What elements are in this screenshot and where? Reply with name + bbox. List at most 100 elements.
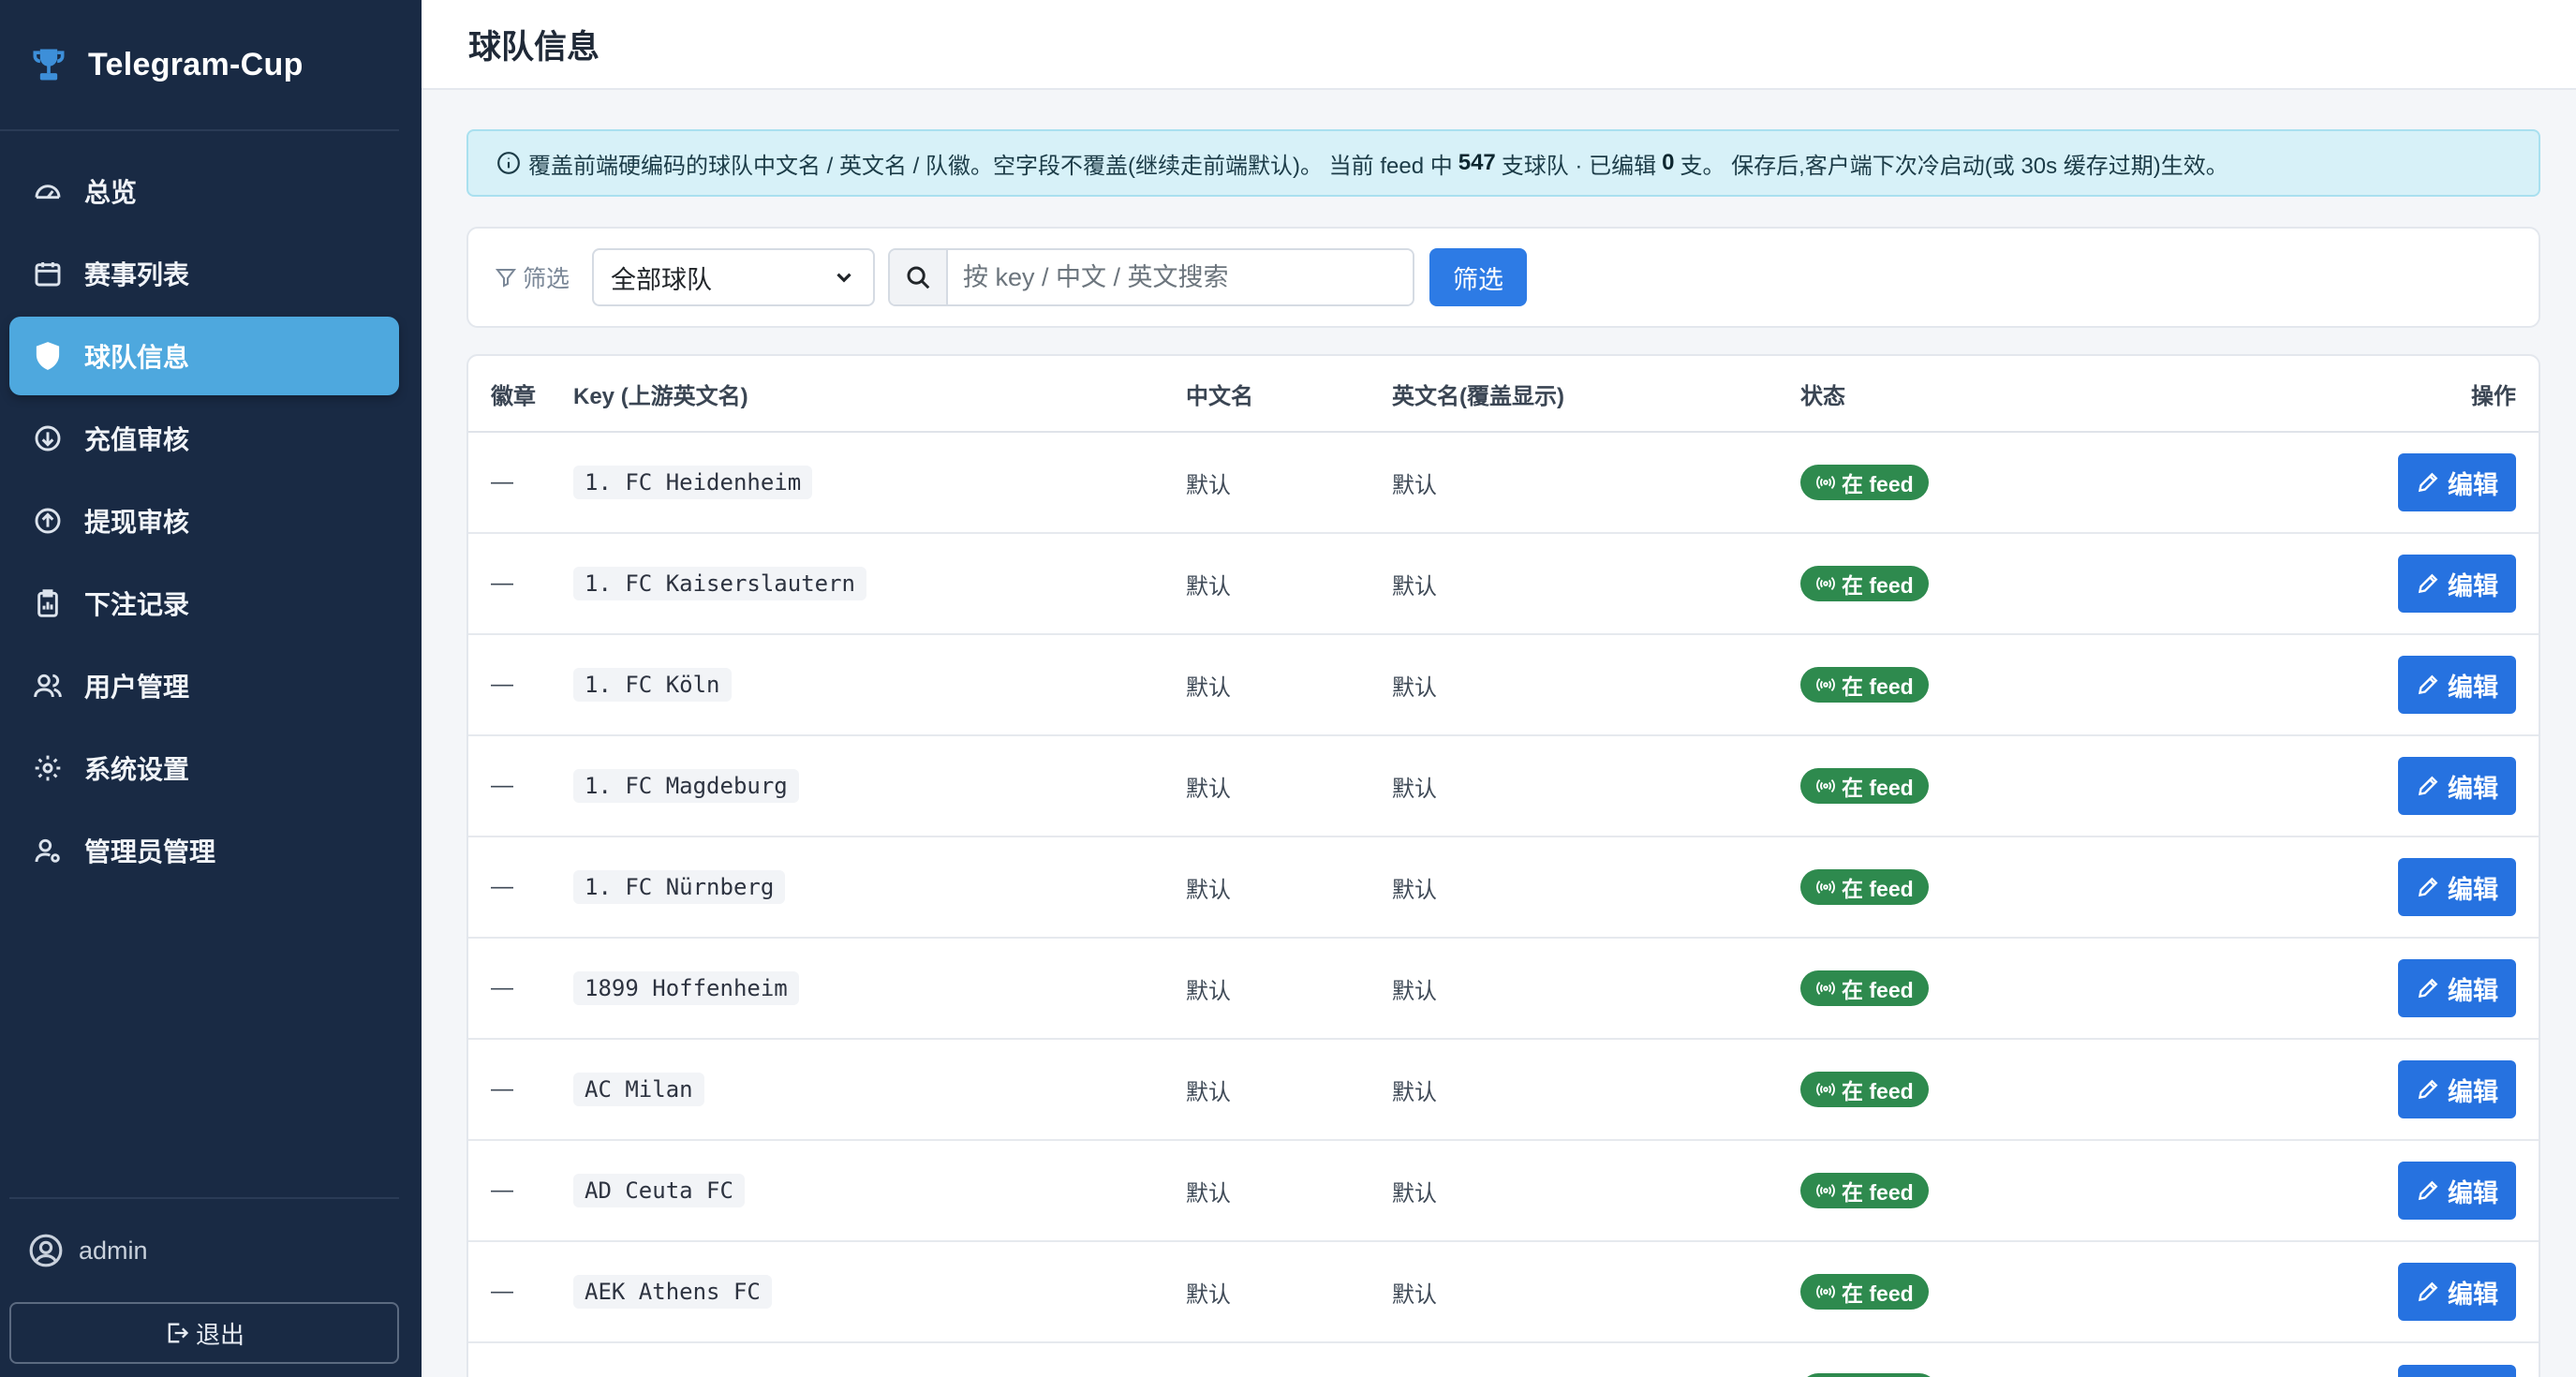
sidebar-item-teams[interactable]: 球队信息 bbox=[9, 317, 399, 395]
dashboard-icon bbox=[32, 175, 64, 207]
cell-badge: — bbox=[491, 874, 513, 899]
sidebar-item-matches[interactable]: 赛事列表 bbox=[9, 234, 399, 313]
info-notice: 覆盖前端硬编码的球队中文名 / 英文名 / 队徽。空字段不覆盖(继续走前端默认)… bbox=[466, 129, 2540, 197]
edit-button[interactable]: 编辑 bbox=[2398, 858, 2516, 916]
info-icon bbox=[497, 152, 520, 174]
header-en: 英文名(覆盖显示) bbox=[1392, 383, 1564, 409]
edit-button[interactable]: 编辑 bbox=[2398, 1263, 2516, 1321]
cell-ops: 编辑 bbox=[2269, 555, 2539, 613]
edit-button[interactable]: 编辑 bbox=[2398, 757, 2516, 815]
pencil-icon bbox=[2418, 1281, 2438, 1302]
edit-label: 编辑 bbox=[2448, 875, 2498, 904]
cell-key: AEK Athens FC bbox=[573, 1274, 1186, 1309]
cell-status: 在 feed bbox=[1800, 869, 2269, 905]
table-row: — 1899 Hoffenheim 默认 默认 在 feed 编辑 bbox=[468, 939, 2539, 1040]
sidebar-footer: admin 退出 bbox=[9, 1197, 399, 1364]
cell-badge: — bbox=[491, 975, 513, 1000]
table-row: — 1. FC Heidenheim 默认 默认 在 feed 编辑 bbox=[468, 433, 2539, 534]
status-badge: 在 feed bbox=[1800, 970, 1929, 1006]
status-text: 在 feed bbox=[1842, 573, 1914, 598]
status-badge: 在 feed bbox=[1800, 1072, 1929, 1107]
pencil-icon bbox=[2418, 573, 2438, 594]
sidebar-item-bets[interactable]: 下注记录 bbox=[9, 564, 399, 643]
edit-button[interactable]: 编辑 bbox=[2398, 453, 2516, 511]
cell-cn: 默认 bbox=[1186, 674, 1231, 701]
cell-status: 在 feed bbox=[1800, 566, 2269, 601]
cell-ops: 编辑 bbox=[2269, 1263, 2539, 1321]
table-row: — 1. FC Kaiserslautern 默认 默认 在 feed 编辑 bbox=[468, 534, 2539, 635]
header-badge: 徽章 bbox=[491, 383, 536, 409]
chevron-down-icon bbox=[836, 273, 851, 283]
cell-badge: — bbox=[491, 469, 513, 495]
broadcast-icon bbox=[1816, 880, 1835, 895]
broadcast-icon bbox=[1816, 981, 1835, 996]
cell-cn: 默认 bbox=[1186, 1281, 1231, 1308]
sidebar-item-admins[interactable]: 管理员管理 bbox=[9, 811, 399, 890]
sidebar-item-label: 赛事列表 bbox=[84, 260, 190, 289]
edit-label: 编辑 bbox=[2448, 1077, 2498, 1106]
admin-icon bbox=[32, 835, 64, 866]
filter-button[interactable]: 筛选 bbox=[1429, 248, 1528, 306]
edit-button[interactable]: 编辑 bbox=[2398, 656, 2516, 714]
pencil-icon bbox=[2418, 472, 2438, 493]
table-row-partial bbox=[468, 1343, 2539, 1377]
filter-label-text: 筛选 bbox=[523, 266, 570, 292]
page-header: 球队信息 bbox=[422, 0, 2576, 90]
cell-en: 默认 bbox=[1392, 776, 1437, 802]
team-filter-select[interactable]: 全部球队 bbox=[592, 248, 876, 306]
cell-status: 在 feed bbox=[1800, 970, 2269, 1006]
cell-cn: 默认 bbox=[1186, 776, 1231, 802]
cell-badge: — bbox=[491, 1279, 513, 1304]
status-badge: 在 feed bbox=[1800, 566, 1929, 601]
status-text: 在 feed bbox=[1842, 978, 1914, 1002]
username: admin bbox=[79, 1236, 148, 1265]
status-badge: 在 feed bbox=[1800, 1274, 1929, 1310]
cell-cn: 默认 bbox=[1186, 1180, 1231, 1207]
cell-ops: 编辑 bbox=[2269, 959, 2539, 1017]
cell-en: 默认 bbox=[1392, 1281, 1437, 1308]
cell-badge: — bbox=[491, 1076, 513, 1102]
sidebar-item-deposit-review[interactable]: 充值审核 bbox=[9, 399, 399, 478]
pencil-icon bbox=[2418, 978, 2438, 999]
sidebar-item-overview[interactable]: 总览 bbox=[9, 152, 399, 230]
cell-key: 1. FC Nürnberg bbox=[573, 869, 1186, 904]
cell-cn: 默认 bbox=[1186, 1079, 1231, 1105]
select-value: 全部球队 bbox=[611, 265, 713, 294]
cell-ops: 编辑 bbox=[2269, 453, 2539, 511]
table-row: — 1. FC Magdeburg 默认 默认 在 feed 编辑 bbox=[468, 736, 2539, 837]
sidebar-item-settings[interactable]: 系统设置 bbox=[9, 729, 399, 807]
broadcast-icon bbox=[1816, 1284, 1835, 1299]
cell-badge: — bbox=[491, 570, 513, 596]
logout-button[interactable]: 退出 bbox=[9, 1302, 399, 1364]
status-text: 在 feed bbox=[1842, 472, 1914, 496]
edit-label: 编辑 bbox=[2448, 1280, 2498, 1309]
notice-text-before: 覆盖前端硬编码的球队中文名 / 英文名 / 队徽。空字段不覆盖(继续走前端默认)… bbox=[528, 153, 1453, 179]
edit-label: 编辑 bbox=[2448, 673, 2498, 702]
clipboard-chart-icon bbox=[32, 587, 64, 619]
edit-button-partial[interactable] bbox=[2398, 1365, 2516, 1377]
sidebar-item-label: 管理员管理 bbox=[84, 837, 216, 866]
edit-button[interactable]: 编辑 bbox=[2398, 1162, 2516, 1220]
table-row: — AEK Athens FC 默认 默认 在 feed 编辑 bbox=[468, 1242, 2539, 1343]
cell-en: 默认 bbox=[1392, 877, 1437, 903]
logout-label: 退出 bbox=[195, 1320, 244, 1349]
table-row: — AC Milan 默认 默认 在 feed 编辑 bbox=[468, 1040, 2539, 1141]
cell-en: 默认 bbox=[1392, 674, 1437, 701]
search-input[interactable] bbox=[948, 250, 1414, 304]
edited-count: 0 bbox=[1662, 150, 1675, 175]
brand[interactable]: Telegram-Cup bbox=[0, 0, 399, 131]
sidebar-item-users[interactable]: 用户管理 bbox=[9, 646, 399, 725]
status-text: 在 feed bbox=[1842, 1180, 1914, 1205]
status-text: 在 feed bbox=[1842, 877, 1914, 901]
cell-status: 在 feed bbox=[1800, 1173, 2269, 1208]
cell-status: 在 feed bbox=[1800, 1072, 2269, 1107]
cell-key: 1. FC Kaiserslautern bbox=[573, 566, 1186, 600]
edit-label: 编辑 bbox=[2448, 571, 2498, 600]
edit-button[interactable]: 编辑 bbox=[2398, 555, 2516, 613]
edit-button[interactable]: 编辑 bbox=[2398, 959, 2516, 1017]
pencil-icon bbox=[2418, 1079, 2438, 1100]
sidebar-item-withdraw-review[interactable]: 提现审核 bbox=[9, 481, 399, 560]
sidebar-item-label: 下注记录 bbox=[84, 590, 190, 619]
broadcast-icon bbox=[1816, 1082, 1835, 1097]
edit-button[interactable]: 编辑 bbox=[2398, 1060, 2516, 1118]
